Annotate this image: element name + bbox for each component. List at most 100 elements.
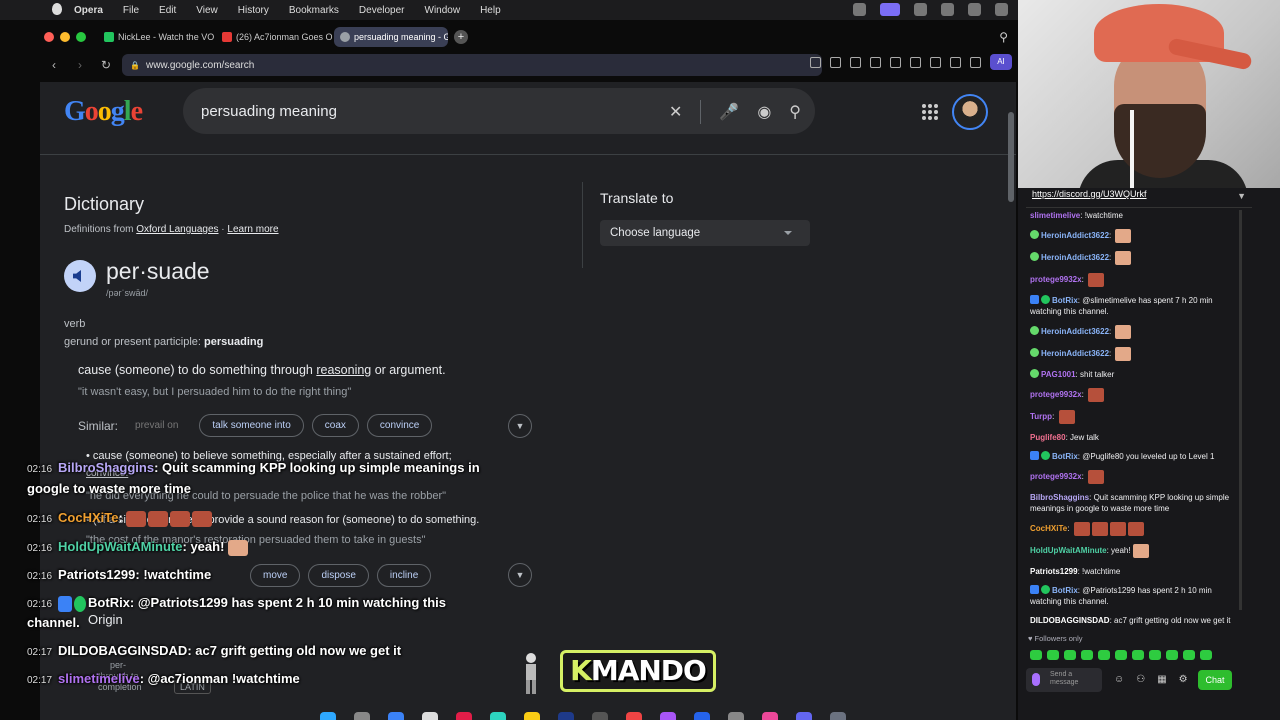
music-icon[interactable]	[762, 712, 778, 720]
chat-username[interactable]: HeroinAddict3622	[1041, 327, 1109, 336]
menu-app-opera[interactable]: Opera	[74, 5, 103, 16]
messages-icon[interactable]	[490, 712, 506, 720]
chevron-down-icon[interactable]: ▼	[1237, 190, 1246, 202]
stage-manager-icon[interactable]	[880, 3, 900, 16]
chat-username[interactable]: BotRix	[1052, 452, 1078, 461]
emote-icon[interactable]	[1115, 650, 1127, 660]
learn-more-link[interactable]: Learn more	[227, 224, 278, 235]
search-icon[interactable]: ⚲	[789, 102, 801, 122]
chat-username[interactable]: HeroinAddict3622	[1041, 349, 1109, 358]
menu-developer[interactable]: Developer	[359, 5, 405, 16]
oxford-languages-link[interactable]: Oxford Languages	[136, 224, 218, 235]
chat-username[interactable]: BilbroShaggins	[1030, 493, 1089, 502]
chat-username[interactable]: Puglife80	[1030, 433, 1066, 442]
url-field[interactable]: 🔒 www.google.com/search	[122, 54, 822, 76]
emote-picker-icon[interactable]: ☺	[1114, 674, 1124, 685]
reload-button[interactable]: ↻	[96, 58, 116, 72]
menu-help[interactable]: Help	[480, 5, 501, 16]
terminal-icon[interactable]	[592, 712, 608, 720]
chat-username[interactable]: protege9932x	[1030, 275, 1082, 284]
pronunciation-audio-button[interactable]	[64, 260, 96, 292]
emote-icon[interactable]	[1183, 650, 1195, 660]
search-input[interactable]: persuading meaning ✕ 🎤 ◉ ⚲	[183, 88, 815, 134]
app-store-icon[interactable]	[694, 712, 710, 720]
new-tab-button[interactable]: +	[454, 30, 468, 44]
ai-button[interactable]: AI	[990, 54, 1012, 70]
safari-icon[interactable]	[388, 712, 404, 720]
google-apps-icon[interactable]	[922, 104, 938, 120]
menu-history[interactable]: History	[238, 5, 269, 16]
settings-app-icon[interactable]	[728, 712, 744, 720]
lens-search-icon[interactable]: ◉	[757, 102, 771, 122]
notes-icon[interactable]	[524, 712, 540, 720]
emote-icon[interactable]	[1064, 650, 1076, 660]
similar-chip[interactable]: coax	[311, 414, 359, 437]
play-icon[interactable]	[870, 57, 881, 68]
chat-username[interactable]: BotRix	[1052, 586, 1078, 595]
calendar-icon[interactable]: ▦	[1157, 674, 1166, 685]
zoom-window-button[interactable]	[76, 32, 86, 42]
emote-icon[interactable]	[1047, 650, 1059, 660]
chat-username[interactable]: HoldUpWaitAMinute	[1030, 546, 1107, 555]
download-icon[interactable]	[910, 57, 921, 68]
tab-google-search[interactable]: persuading meaning - G	[334, 27, 448, 47]
opera-icon[interactable]	[456, 712, 472, 720]
chat-username[interactable]: protege9932x	[1030, 390, 1082, 399]
similar-chip[interactable]: dispose	[308, 564, 369, 587]
emote-icon[interactable]	[1149, 650, 1161, 660]
discord-icon[interactable]	[796, 712, 812, 720]
reasoning-link[interactable]: reasoning	[316, 363, 371, 377]
chat-send-button[interactable]: Chat	[1198, 670, 1232, 690]
display-icon[interactable]	[968, 3, 981, 16]
edit-icon[interactable]	[830, 57, 841, 68]
finder-icon[interactable]	[320, 712, 336, 720]
similar-chip[interactable]: convince	[366, 414, 433, 437]
menu-file[interactable]: File	[123, 5, 139, 16]
tab-youtube[interactable]: (26) Ac7ionman Goes O	[216, 27, 334, 47]
chat-username[interactable]: HeroinAddict3622	[1041, 231, 1109, 240]
search-page-icon[interactable]	[810, 57, 821, 68]
similar-chip[interactable]: prevail on	[130, 414, 191, 437]
apple-menu-icon[interactable]	[52, 3, 62, 15]
pinned-discord-link[interactable]: https://discord.gg/U3WQUrkf ▼	[1026, 188, 1252, 208]
chat-username[interactable]: protege9932x	[1030, 472, 1082, 481]
chat-username[interactable]: BotRix	[1052, 296, 1078, 305]
emote-icon[interactable]	[1166, 650, 1178, 660]
chat-username[interactable]: DILDOBAGGINSDAD	[1030, 616, 1110, 625]
account-avatar[interactable]	[952, 94, 988, 130]
chat-message-input[interactable]: Send a message	[1026, 668, 1102, 692]
wifi-icon[interactable]	[995, 3, 1008, 16]
menu-view[interactable]: View	[196, 5, 218, 16]
discord-link[interactable]: https://discord.gg/U3WQUrkf	[1032, 189, 1147, 199]
extension-icon[interactable]	[970, 57, 981, 68]
settings-gear-icon[interactable]: ⚙	[1179, 674, 1188, 685]
chat-username[interactable]: CocHXiTe	[1030, 524, 1067, 533]
similar-chip[interactable]: talk someone into	[199, 414, 304, 437]
profile-icon[interactable]	[950, 57, 961, 68]
emote-icon[interactable]	[1098, 650, 1110, 660]
heart-icon[interactable]	[890, 57, 901, 68]
emote-icon[interactable]	[1081, 650, 1093, 660]
chat-scrollbar[interactable]	[1239, 210, 1242, 610]
menu-window[interactable]: Window	[425, 5, 461, 16]
language-select[interactable]: Choose language	[600, 220, 810, 246]
menu-bookmarks[interactable]: Bookmarks	[289, 5, 339, 16]
chat-username[interactable]: Turpp	[1030, 412, 1052, 421]
emote-icon[interactable]	[1200, 650, 1212, 660]
opera-gx-icon[interactable]	[914, 3, 927, 16]
menu-icon[interactable]	[930, 57, 941, 68]
close-window-button[interactable]	[44, 32, 54, 42]
microphone-icon[interactable]	[1032, 673, 1040, 686]
chat-username[interactable]: Patriots1299	[1030, 567, 1078, 576]
users-icon[interactable]: ⚇	[1136, 674, 1145, 685]
calendar-app-icon[interactable]	[626, 712, 642, 720]
google-logo[interactable]: Google	[64, 96, 143, 128]
chat-username[interactable]: PAG1001	[1041, 370, 1076, 379]
forward-button[interactable]: ›	[70, 58, 90, 72]
back-button[interactable]: ‹	[44, 58, 64, 72]
twitch-icon[interactable]	[660, 712, 676, 720]
voice-search-icon[interactable]: 🎤	[719, 102, 739, 122]
emote-icon[interactable]	[1030, 650, 1042, 660]
obs-icon[interactable]	[558, 712, 574, 720]
camera-icon[interactable]	[850, 57, 861, 68]
